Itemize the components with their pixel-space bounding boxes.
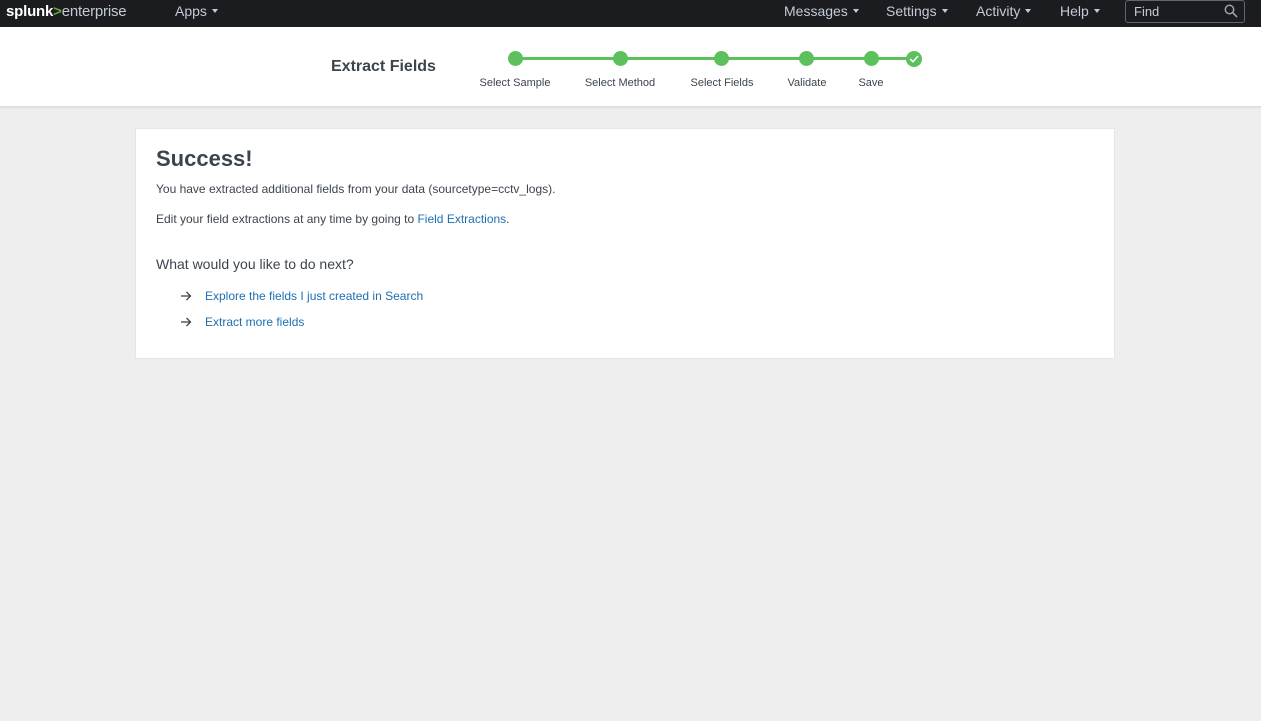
messages-menu[interactable]: Messages [784,0,859,27]
success-heading: Success! [156,146,253,171]
settings-menu-label: Settings [886,3,937,19]
help-menu[interactable]: Help [1060,0,1100,27]
caret-down-icon [1025,9,1032,13]
apps-menu[interactable]: Apps [175,0,218,27]
logo-brand: splunk [6,3,54,20]
find-input[interactable] [1126,1,1220,22]
step-label-select-method: Select Method [584,77,656,89]
settings-menu[interactable]: Settings [886,0,948,27]
step-dot-save [863,51,879,66]
check-icon [906,51,922,67]
activity-menu-label: Activity [976,3,1021,19]
apps-menu-label: Apps [175,3,207,19]
logo-product: enterprise [61,3,127,20]
caret-down-icon [211,9,218,13]
edit-extractions-suffix: . [506,212,510,226]
step-dot-select-method [612,51,628,66]
field-extractions-link[interactable]: Field Extractions [417,212,506,226]
help-menu-label: Help [1060,3,1089,19]
caret-down-icon [1093,9,1100,13]
step-label-save: Save [858,77,884,89]
wizard-header: Extract Fields Select Sample Select Meth… [0,27,1261,107]
success-panel: Success! You have extracted additional f… [135,128,1115,359]
extract-more-fields-link[interactable]: Extract more fields [205,315,304,329]
next-steps-heading: What would you like to do next? [156,256,354,272]
logo-separator: > [53,3,62,20]
activity-menu[interactable]: Activity [976,0,1032,27]
edit-extractions-text: Edit your field extractions at any time … [156,212,510,226]
step-label-select-sample: Select Sample [479,77,551,89]
top-navigation-bar: splunk>enterprise Apps Messages Settings… [0,0,1261,27]
caret-down-icon [941,9,948,13]
page-title: Extract Fields [331,58,436,75]
splunk-enterprise-logo[interactable]: splunk>enterprise [6,3,127,21]
find-box [1125,0,1245,23]
messages-menu-label: Messages [784,3,848,19]
step-dot-select-fields [713,51,729,66]
arrow-right-icon [180,290,192,302]
step-label-select-fields: Select Fields [690,77,754,89]
success-message: You have extracted additional fields fro… [156,182,556,196]
step-dot-select-sample [507,51,523,66]
search-icon[interactable] [1224,4,1238,18]
explore-fields-in-search-link[interactable]: Explore the fields I just created in Sea… [205,289,423,303]
arrow-right-icon [180,316,192,328]
step-dot-validate [798,51,814,66]
caret-down-icon [852,9,859,13]
step-label-validate: Validate [787,77,827,89]
edit-extractions-prefix: Edit your field extractions at any time … [156,212,418,226]
